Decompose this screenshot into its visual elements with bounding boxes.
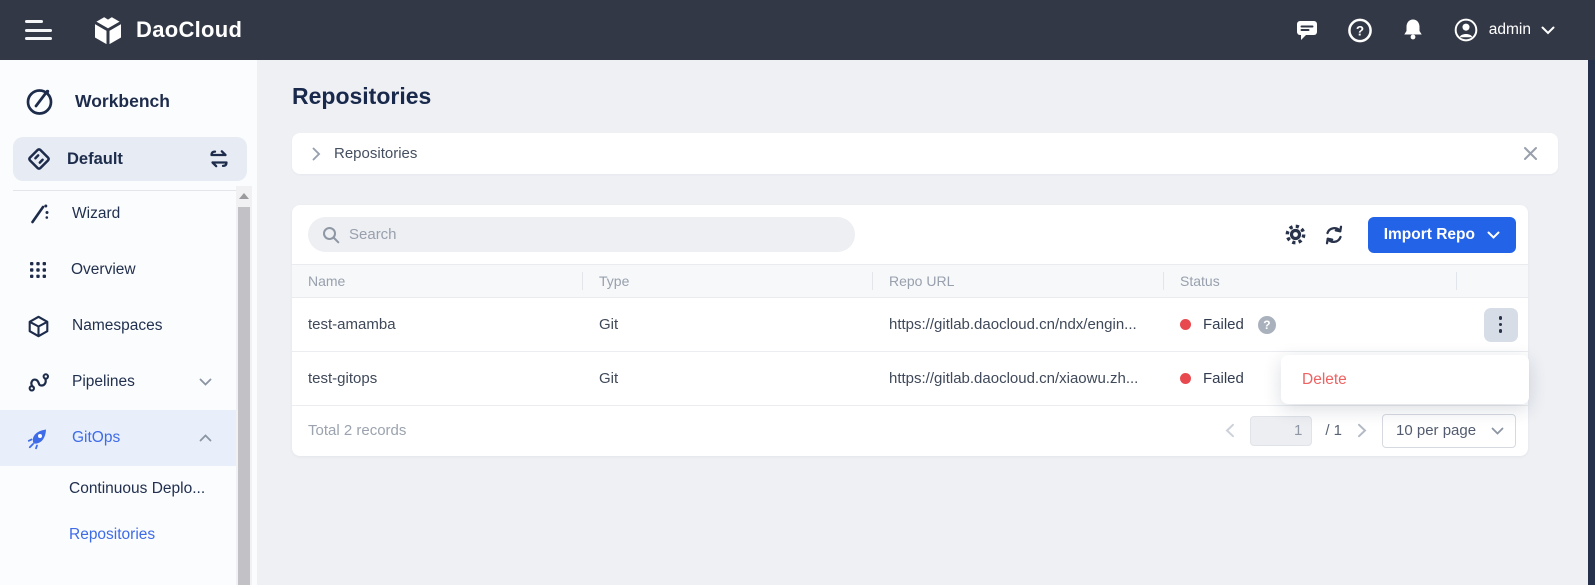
page-count-label: / 1 [1325, 422, 1342, 439]
messages-icon[interactable] [1294, 17, 1320, 43]
workspace-selector[interactable]: Default [13, 137, 247, 181]
brand[interactable]: DaoCloud [90, 12, 242, 48]
nav-label: Namespaces [72, 317, 162, 335]
search-icon [322, 226, 340, 244]
wizard-wand-icon [26, 202, 51, 227]
gear-icon[interactable] [1284, 223, 1308, 247]
sub-label: Continuous Deplo... [69, 480, 205, 498]
scroll-up-arrow-icon[interactable] [239, 193, 249, 199]
daocloud-logo-icon [90, 12, 126, 48]
sidebar-scrollbar[interactable] [236, 186, 252, 585]
nav-label: Wizard [72, 205, 120, 223]
refresh-icon[interactable] [1322, 223, 1346, 247]
column-header-actions [1457, 265, 1528, 297]
topbar: DaoCloud ? [0, 0, 1595, 60]
page-size-select[interactable]: 10 per page [1382, 414, 1516, 448]
sidebar-item-workbench[interactable]: Workbench [0, 60, 257, 133]
sidebar-item-repositories[interactable]: Repositories [0, 512, 236, 558]
prev-page-chevron-icon[interactable] [1223, 421, 1237, 440]
username-label: admin [1489, 21, 1531, 39]
main-content: Repositories Repositories [257, 60, 1588, 585]
page-size-value: 10 per page [1396, 422, 1476, 439]
chevron-up-icon [199, 434, 212, 442]
workspace-label: Default [67, 150, 123, 169]
gitops-rocket-icon [26, 426, 51, 451]
column-header-status: Status [1164, 265, 1457, 297]
table-toolbar: Import Repo [292, 205, 1528, 264]
chevron-down-icon [199, 378, 212, 386]
repo-type-cell: Git [583, 298, 873, 351]
nav-label: Overview [71, 261, 136, 279]
sidebar-nav: Wizard Overview [0, 186, 236, 558]
menu-toggle-icon[interactable] [25, 20, 52, 40]
daocloud-app: DaoCloud ? [0, 0, 1595, 585]
column-header-name: Name [292, 265, 583, 297]
menu-item-delete[interactable]: Delete [1281, 371, 1529, 389]
sidebar-scrollbar-thumb[interactable] [238, 207, 250, 585]
import-repo-label: Import Repo [1384, 226, 1475, 244]
repo-url-cell: https://gitlab.daocloud.cn/ndx/engin... [873, 298, 1164, 351]
repo-name-cell: test-amamba [292, 298, 583, 351]
sidebar-item-pipelines[interactable]: Pipelines [0, 354, 236, 410]
breadcrumb: Repositories [292, 133, 1558, 174]
topbar-actions: ? admin [1294, 17, 1555, 43]
svg-text:?: ? [1356, 23, 1364, 38]
pipelines-icon [26, 370, 51, 395]
row-kebab-menu-button[interactable] [1484, 308, 1518, 342]
switch-workspace-icon[interactable] [207, 148, 231, 170]
overview-grid-icon [26, 258, 50, 282]
brand-name: DaoCloud [136, 17, 242, 43]
import-repo-button[interactable]: Import Repo [1368, 217, 1516, 253]
repo-url-cell: https://gitlab.daocloud.cn/xiaowu.zh... [873, 352, 1164, 405]
nav-label: Pipelines [72, 373, 135, 391]
page-number-input[interactable] [1250, 416, 1312, 446]
repo-name-cell: test-gitops [292, 352, 583, 405]
page-title: Repositories [292, 83, 431, 110]
sidebar-item-continuous-deployment[interactable]: Continuous Deplo... [0, 466, 236, 512]
user-chevron-down-icon [1541, 26, 1555, 35]
status-label: Failed [1203, 370, 1244, 387]
workspace-icon [26, 146, 52, 172]
column-header-type: Type [583, 265, 873, 297]
sidebar-item-gitops[interactable]: GitOps [0, 410, 236, 466]
status-label: Failed [1203, 316, 1244, 333]
status-failed-dot [1180, 319, 1191, 330]
namespaces-cube-icon [26, 314, 51, 339]
row-actions-cell [1457, 298, 1528, 351]
workbench-icon [24, 86, 55, 117]
chevron-down-icon [1491, 427, 1504, 435]
sidebar-item-overview[interactable]: Overview [0, 242, 236, 298]
search-input[interactable] [349, 226, 841, 243]
breadcrumb-item[interactable]: Repositories [334, 145, 417, 162]
search-box [308, 217, 855, 252]
repo-status-cell: Failed ? [1164, 298, 1457, 351]
help-icon[interactable]: ? [1347, 17, 1373, 43]
notifications-bell-icon[interactable] [1400, 17, 1426, 43]
repo-type-cell: Git [583, 352, 873, 405]
sidebar: Workbench Default [0, 60, 257, 585]
nav-label: GitOps [72, 429, 120, 447]
sidebar-item-wizard[interactable]: Wizard [0, 186, 236, 242]
chevron-right-icon [312, 147, 321, 161]
close-icon[interactable] [1523, 146, 1538, 161]
sub-label: Repositories [69, 526, 155, 544]
total-records-label: Total 2 records [308, 422, 406, 439]
column-header-repo-url: Repo URL [873, 265, 1164, 297]
row-context-menu: Delete [1281, 355, 1529, 404]
avatar-icon [1453, 17, 1479, 43]
workbench-label: Workbench [75, 91, 170, 112]
table-footer: Total 2 records / 1 10 per page [292, 406, 1528, 455]
sidebar-item-namespaces[interactable]: Namespaces [0, 298, 236, 354]
status-help-icon[interactable]: ? [1258, 316, 1276, 334]
import-repo-dropdown-chevron-icon[interactable] [1487, 231, 1500, 239]
pagination: / 1 10 per page [1223, 414, 1516, 448]
table-header: Name Type Repo URL Status [292, 264, 1528, 298]
repositories-card: Import Repo Name Type Repo URL Status te… [292, 205, 1528, 456]
user-menu[interactable]: admin [1453, 17, 1555, 43]
status-failed-dot [1180, 373, 1191, 384]
table-row[interactable]: test-amamba Git https://gitlab.daocloud.… [292, 298, 1528, 352]
next-page-chevron-icon[interactable] [1355, 421, 1369, 440]
page-scrollbar[interactable] [1588, 60, 1595, 585]
